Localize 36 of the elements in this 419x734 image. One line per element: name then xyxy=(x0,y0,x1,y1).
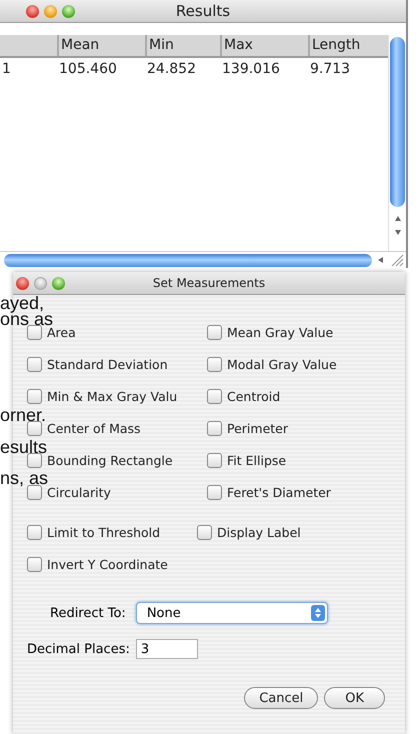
checkbox-label[interactable]: Fit Ellipse xyxy=(227,452,286,468)
slide-text: ns, as xyxy=(0,470,48,486)
row-number: 1 xyxy=(1,60,12,79)
checkbox-label[interactable]: Modal Gray Value xyxy=(227,356,337,372)
checkbox-label[interactable]: Perimeter xyxy=(227,420,288,436)
slide-text: esults xyxy=(0,439,48,455)
checkbox-label[interactable]: Area xyxy=(47,324,76,340)
checkbox-label[interactable]: Standard Deviation xyxy=(47,356,168,372)
table-cell-text: 24.852 xyxy=(146,60,197,79)
ok-button[interactable]: OK xyxy=(324,687,385,709)
table-cell-text: 9.713 xyxy=(309,60,352,79)
checkbox-label[interactable]: Limit to Threshold xyxy=(47,524,160,540)
checkbox-label[interactable]: Invert Y Coordinate xyxy=(47,556,168,572)
checkbox-label[interactable]: Centroid xyxy=(227,388,280,404)
window-title: Set Measurements xyxy=(152,276,266,290)
column-header[interactable]: Length xyxy=(308,35,378,56)
checkbox-label[interactable]: Mean Gray Value xyxy=(227,324,334,340)
window-title: Results xyxy=(176,2,230,20)
cancel-button[interactable]: Cancel xyxy=(244,687,318,709)
table-cell-text: 139.016 xyxy=(221,60,281,79)
checkbox-label[interactable]: Display Label xyxy=(217,524,301,540)
column-header[interactable]: Min xyxy=(145,35,220,56)
column-header[interactable]: Mean xyxy=(57,35,145,56)
slide-text: orner. xyxy=(0,407,46,423)
checkbox-label[interactable]: Min & Max Gray Valu xyxy=(47,388,178,404)
checkbox-label[interactable]: Circularity xyxy=(47,484,111,500)
field-label: Decimal Places: xyxy=(27,642,130,656)
input-field[interactable]: 3 xyxy=(136,639,198,659)
field-label: Redirect To: xyxy=(50,606,126,620)
slide-text: ayed, xyxy=(0,295,44,311)
checkbox-label[interactable]: Bounding Rectangle xyxy=(47,452,173,468)
column-header[interactable]: Max xyxy=(220,35,308,56)
table-cell-text: 105.460 xyxy=(58,60,118,79)
redirect-dropdown[interactable]: None xyxy=(136,602,328,624)
checkbox-label[interactable]: Center of Mass xyxy=(47,420,141,436)
checkbox-label[interactable]: Feret's Diameter xyxy=(227,484,331,500)
